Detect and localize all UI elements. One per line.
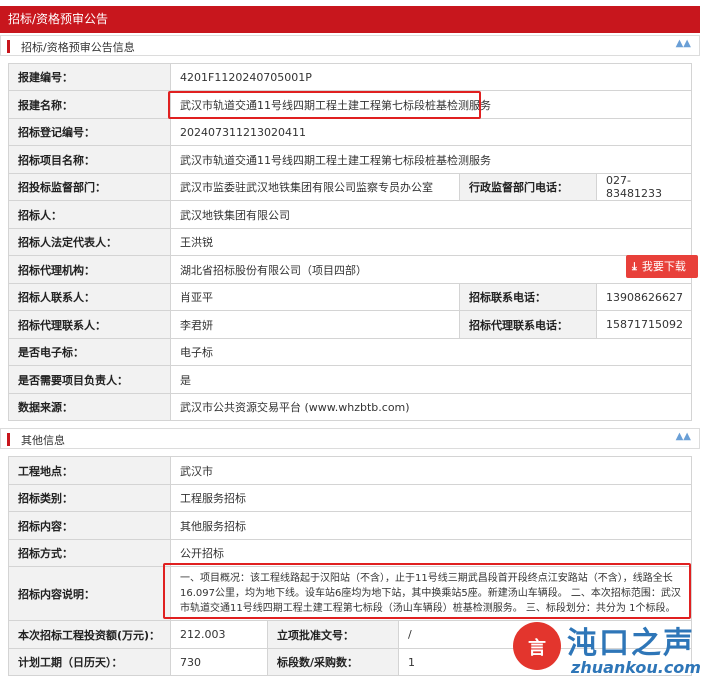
table-row: 工程地点： 武汉市 bbox=[8, 456, 693, 485]
notice-info-table: 报建编号： 4201F1120240705001P 报建名称： 武汉市轨道交通1… bbox=[8, 63, 692, 421]
row-label: 工程地点： bbox=[8, 456, 171, 485]
row-value: 是 bbox=[170, 365, 692, 394]
section-header-other-info[interactable]: 其他信息 ▲▲ bbox=[0, 428, 700, 449]
collapse-chevron-icon[interactable]: ▲▲ bbox=[676, 431, 691, 442]
row-value: 武汉市 bbox=[169, 456, 693, 485]
row-value: 电子标 bbox=[170, 338, 692, 366]
row-label: 招标登记编号： bbox=[8, 118, 171, 146]
watermark-logo: 言 沌口之声 zhuankou.com bbox=[513, 618, 701, 677]
watermark-domain: zhuankou.com bbox=[571, 658, 701, 677]
row-label: 招标内容说明： bbox=[8, 566, 171, 621]
table-row: 招标内容说明： 一、项目概况：该工程线路起于汉阳站（不含），止于11号线三期武昌… bbox=[8, 566, 693, 621]
row-label-2: 行政监督部门电话： bbox=[459, 173, 597, 201]
row-label: 本次招标工程投资额(万元)： bbox=[8, 620, 171, 649]
table-row: 招标内容： 其他服务招标 bbox=[8, 511, 693, 540]
row-value-2: 15871715092 bbox=[596, 310, 692, 339]
row-value: 其他服务招标 bbox=[169, 511, 693, 540]
row-value: 武汉市轨道交通11号线四期工程土建工程第七标段桩基检测服务 bbox=[170, 145, 692, 174]
row-value: 730 bbox=[170, 648, 268, 676]
download-icon: ⤓ bbox=[632, 260, 637, 273]
table-row: 招标代理机构： 湖北省招标股份有限公司（项目四部） bbox=[8, 255, 692, 284]
row-value: 湖北省招标股份有限公司（项目四部） bbox=[170, 255, 692, 284]
row-value: 武汉市轨道交通11号线四期工程土建工程第七标段桩基检测服务 bbox=[170, 90, 692, 119]
section-marker bbox=[7, 40, 10, 53]
row-value: 4201F1120240705001P bbox=[170, 63, 692, 91]
row-value: 工程服务招标 bbox=[169, 484, 693, 512]
table-row: 是否电子标： 电子标 bbox=[8, 338, 692, 366]
table-row: 报建编号： 4201F1120240705001P bbox=[8, 63, 692, 91]
row-label: 报建编号： bbox=[8, 63, 171, 91]
table-row: 招标登记编号： 202407311213020411 bbox=[8, 118, 692, 146]
row-label-2: 立项批准文号： bbox=[267, 620, 399, 649]
logo-circle-icon: 言 bbox=[513, 622, 561, 670]
table-row: 是否需要项目负责人： 是 bbox=[8, 365, 692, 394]
table-row: 招投标监督部门： 武汉市监委驻武汉地铁集团有限公司监察专员办公室 行政监督部门电… bbox=[8, 173, 692, 201]
table-row: 报建名称： 武汉市轨道交通11号线四期工程土建工程第七标段桩基检测服务 bbox=[8, 90, 692, 119]
download-button[interactable]: ⤓ 我要下载 bbox=[626, 255, 698, 278]
row-label: 招标人法定代表人： bbox=[8, 228, 171, 256]
table-row: 招标方式： 公开招标 bbox=[8, 539, 693, 567]
row-label: 是否需要项目负责人： bbox=[8, 365, 171, 394]
row-label: 招标代理机构： bbox=[8, 255, 171, 284]
table-row: 招标人： 武汉地铁集团有限公司 bbox=[8, 200, 692, 229]
row-value: 李君妍 bbox=[170, 310, 460, 339]
section-title: 其他信息 bbox=[21, 434, 65, 447]
row-value: 212.003 bbox=[170, 620, 268, 649]
row-label: 报建名称： bbox=[8, 90, 171, 119]
row-label: 数据来源： bbox=[8, 393, 171, 421]
row-label: 招标内容： bbox=[8, 511, 171, 540]
page-title: 招标/资格预审公告 bbox=[8, 12, 109, 26]
row-value-description: 一、项目概况：该工程线路起于汉阳站（不含），止于11号线三期武昌段首开段终点江安… bbox=[169, 566, 693, 621]
section-marker bbox=[7, 433, 10, 446]
download-label: 我要下载 bbox=[641, 260, 686, 273]
row-label: 招标项目名称： bbox=[8, 145, 171, 174]
table-row: 招标类别： 工程服务招标 bbox=[8, 484, 693, 512]
section-title: 招标/资格预审公告信息 bbox=[21, 41, 135, 54]
watermark-brand: 沌口之声 bbox=[567, 626, 695, 661]
row-label-2: 标段数/采购数： bbox=[267, 648, 399, 676]
row-value-2: 13908626627 bbox=[596, 283, 692, 311]
table-row: 招标代理联系人： 李君妍 招标代理联系电话： 15871715092 bbox=[8, 310, 692, 339]
row-value: 武汉地铁集团有限公司 bbox=[170, 200, 692, 229]
table-row: 数据来源： 武汉市公共资源交易平台 (www.whzbtb.com) bbox=[8, 393, 692, 421]
row-label-2: 招标代理联系电话： bbox=[459, 310, 597, 339]
collapse-chevron-icon[interactable]: ▲▲ bbox=[676, 38, 691, 49]
row-label: 招标类别： bbox=[8, 484, 171, 512]
row-value: 公开招标 bbox=[169, 539, 693, 567]
row-label: 计划工期（日历天）： bbox=[8, 648, 171, 676]
row-value: 武汉市监委驻武汉地铁集团有限公司监察专员办公室 bbox=[170, 173, 460, 201]
row-value: 王洪锐 bbox=[170, 228, 692, 256]
row-label: 是否电子标： bbox=[8, 338, 171, 366]
page-title-bar: 招标/资格预审公告 bbox=[0, 6, 700, 33]
row-value: 202407311213020411 bbox=[170, 118, 692, 146]
table-row: 招标人法定代表人： 王洪锐 bbox=[8, 228, 692, 256]
row-value: 肖亚平 bbox=[170, 283, 460, 311]
row-label: 招标人： bbox=[8, 200, 171, 229]
row-value: 武汉市公共资源交易平台 (www.whzbtb.com) bbox=[170, 393, 692, 421]
row-label-2: 招标联系电话： bbox=[459, 283, 597, 311]
section-header-notice-info[interactable]: 招标/资格预审公告信息 ▲▲ bbox=[0, 35, 700, 56]
row-label: 招标人联系人： bbox=[8, 283, 171, 311]
row-label: 招标代理联系人： bbox=[8, 310, 171, 339]
table-row: 招标人联系人： 肖亚平 招标联系电话： 13908626627 bbox=[8, 283, 692, 311]
table-row: 招标项目名称： 武汉市轨道交通11号线四期工程土建工程第七标段桩基检测服务 bbox=[8, 145, 692, 174]
row-value-2: 027-83481233 bbox=[596, 173, 692, 201]
row-label: 招标方式： bbox=[8, 539, 171, 567]
row-label: 招投标监督部门： bbox=[8, 173, 171, 201]
